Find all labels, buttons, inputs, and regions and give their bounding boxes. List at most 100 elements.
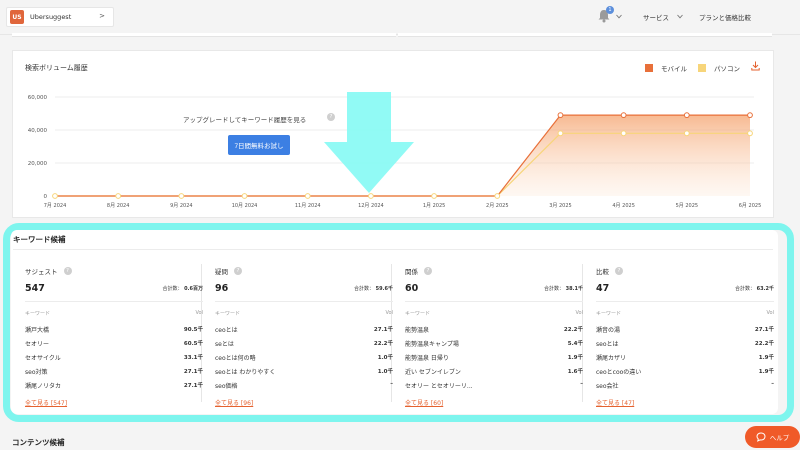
see-all-link[interactable]: 全て見る [60]: [405, 398, 443, 407]
column-header-volume: Vol: [766, 310, 774, 316]
notification-badge: 1: [606, 6, 614, 14]
list-item[interactable]: 能勢温泉キャンプ場 5.4千: [405, 339, 583, 349]
total-value: 0.6百万: [184, 286, 203, 292]
keyword-volume: 27.1千: [183, 383, 203, 389]
keyword-text[interactable]: 瀬尾カザリ: [596, 353, 626, 362]
keyword-column-related: 関係? 60 合計数： 38.1千 キーワード Vol 能勢温泉 22.2千 能勢温泉キャンプ…: [403, 258, 583, 408]
nav-plans-pricing[interactable]: プランと価格比較: [699, 12, 751, 22]
x-tick-label: 12月 2024: [358, 203, 384, 209]
column-header-volume: Vol: [385, 310, 393, 316]
help-icon[interactable]: ?: [63, 267, 72, 275]
chevron-down-icon[interactable]: [677, 14, 683, 19]
x-tick-label: 6月 2025: [739, 203, 762, 209]
y-tick-label: 0: [44, 194, 48, 200]
column-title: 疑問: [215, 268, 228, 276]
mobile-data-point: [620, 112, 627, 119]
list-item[interactable]: 瀬尾ノリタカ 27.1千: [25, 381, 203, 391]
see-all-link[interactable]: 全て見る [47]: [596, 398, 634, 407]
see-all-link[interactable]: 全て見る [96]: [215, 398, 253, 407]
keyword-text[interactable]: seo価格: [215, 381, 238, 390]
keyword-text[interactable]: セオリー とセオリーリ...: [405, 381, 473, 390]
help-icon[interactable]: ?: [615, 267, 623, 275]
list-item[interactable]: 瀬戸大橋 90.5千: [25, 325, 203, 335]
desktop-data-point: [115, 193, 122, 199]
desktop-data-point: [747, 130, 753, 137]
list-item[interactable]: seoとは 22.2千: [596, 339, 774, 349]
list-item[interactable]: セオサイクル 33.1千: [25, 353, 203, 363]
keyword-volume: 22.2千: [373, 341, 393, 347]
keyword-text[interactable]: 近い セブンイレブン: [405, 367, 461, 376]
list-item[interactable]: seo会社 –: [596, 381, 774, 391]
column-heading: 比較?: [596, 266, 623, 276]
keyword-text[interactable]: セオリー: [25, 339, 49, 348]
see-all-link[interactable]: 全て見る [547]: [25, 398, 67, 407]
divider: [405, 301, 583, 302]
list-item[interactable]: seo価格 –: [215, 381, 393, 391]
total-value: 59.6千: [375, 286, 393, 292]
keyword-text[interactable]: ceoとcooの違い: [596, 367, 641, 376]
project-selector[interactable]: US Ubersuggest >: [6, 7, 114, 27]
keyword-text[interactable]: seoとは わかりやすく: [215, 367, 275, 376]
keyword-text[interactable]: セオサイクル: [25, 353, 61, 362]
total-label: 合計数：: [735, 286, 756, 292]
keyword-text[interactable]: seoとは: [596, 339, 619, 348]
chat-bubble-icon: [756, 432, 766, 442]
keyword-text[interactable]: seとは: [215, 339, 234, 348]
keyword-text[interactable]: ceoとは: [215, 325, 238, 334]
list-item[interactable]: seoとは わかりやすく 1.0千: [215, 367, 393, 377]
keyword-text[interactable]: 瀬音の湯: [596, 325, 620, 334]
keyword-text[interactable]: seo会社: [596, 381, 619, 390]
list-item[interactable]: ceoとcooの違い 1.9千: [596, 367, 774, 377]
divider: [25, 301, 203, 302]
keyword-volume: 90.5千: [183, 327, 203, 333]
list-item[interactable]: 能勢温泉 22.2千: [405, 325, 583, 335]
help-chat-button[interactable]: ヘルプ: [745, 426, 800, 448]
keyword-text[interactable]: 瀬尾ノリタカ: [25, 381, 61, 390]
free-trial-button[interactable]: 7日間無料お試し: [228, 135, 290, 155]
keyword-volume: 60.5千: [183, 341, 203, 347]
keyword-text[interactable]: 瀬戸大橋: [25, 325, 49, 334]
y-tick-label: 40,000: [28, 128, 48, 134]
help-icon[interactable]: ?: [234, 267, 242, 275]
project-name: Ubersuggest: [30, 13, 72, 21]
keyword-suggestions-card: キーワード候補 サジェスト? 547 合計数： 0.6百万 キーワード Vol 瀬戸大橋 9…: [11, 230, 778, 414]
x-tick-label: 1月 2025: [423, 203, 446, 209]
chevron-down-icon[interactable]: [616, 14, 622, 19]
list-item[interactable]: セオリー 60.5千: [25, 339, 203, 349]
content-suggestions-title: コンテンツ候補: [12, 438, 65, 447]
mobile-area-fill: [497, 115, 750, 196]
desktop-data-point: [683, 130, 690, 137]
column-heading: 疑問?: [215, 266, 242, 276]
divider: [596, 301, 774, 302]
column-header-keyword: キーワード: [596, 311, 622, 317]
keyword-text[interactable]: ceoとは何の略: [215, 353, 256, 362]
desktop-data-point: [304, 193, 311, 199]
list-item[interactable]: ceoとは 27.1千: [215, 325, 393, 335]
list-item[interactable]: ceoとは何の略 1.0千: [215, 353, 393, 363]
keyword-text[interactable]: 能勢温泉キャンプ場: [405, 339, 459, 348]
keyword-count: 96: [215, 283, 229, 294]
keyword-text[interactable]: 能勢温泉: [405, 325, 429, 334]
keyword-column-comparisons: 比較? 47 合計数： 63.2千 キーワード Vol 瀬音の湯 27.1千 seoとは 22.…: [594, 258, 774, 408]
help-icon[interactable]: ?: [424, 267, 432, 275]
mobile-data-point: [557, 112, 564, 119]
upgrade-message: アップグレードしてキーワード履歴を見る: [183, 116, 307, 124]
column-header-keyword: キーワード: [215, 311, 241, 317]
list-item[interactable]: セオリー とセオリーリ... –: [405, 381, 583, 391]
keyword-suggestions-title: キーワード候補: [13, 235, 66, 244]
list-item[interactable]: 瀬音の湯 27.1千: [596, 325, 774, 335]
list-item[interactable]: 瀬尾カザリ 1.9千: [596, 353, 774, 363]
keyword-column-suggestions: サジェスト? 547 合計数： 0.6百万 キーワード Vol 瀬戸大橋 90.5千 セオリー…: [23, 258, 203, 408]
keyword-text[interactable]: seo対策: [25, 367, 48, 376]
mobile-data-point: [683, 112, 690, 119]
list-item[interactable]: 近い セブンイレブン 1.6千: [405, 367, 583, 377]
keyword-count: 547: [25, 283, 45, 294]
list-item[interactable]: seo対策 27.1千: [25, 367, 203, 377]
nav-services[interactable]: サービス: [643, 12, 669, 22]
list-item[interactable]: 能勢温泉 日帰り 1.9千: [405, 353, 583, 363]
keyword-text[interactable]: 能勢温泉 日帰り: [405, 353, 449, 362]
list-item[interactable]: seとは 22.2千: [215, 339, 393, 349]
column-header-keyword: キーワード: [405, 311, 431, 317]
help-label: ヘルプ: [769, 434, 790, 442]
y-tick-label: 60,000: [28, 95, 48, 101]
